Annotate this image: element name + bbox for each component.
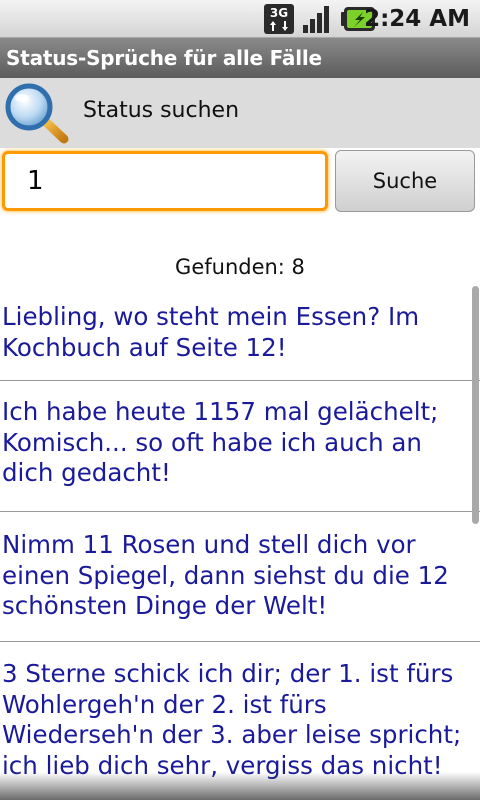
3g-data-icon: 3G xyxy=(264,4,294,34)
magnifier-icon xyxy=(5,83,69,144)
signal-strength-icon xyxy=(303,6,329,33)
search-header-label: Status suchen xyxy=(83,98,240,123)
clock-time: 2:24 AM xyxy=(364,6,470,32)
results-list[interactable]: Liebling, wo steht mein Essen? Im Kochbu… xyxy=(0,290,480,800)
list-item[interactable]: Nimm 11 Rosen und stell dich vor einen S… xyxy=(0,512,480,642)
search-header: Status suchen xyxy=(0,78,480,148)
list-item[interactable]: Liebling, wo steht mein Essen? Im Kochbu… xyxy=(0,290,480,381)
app-title: Status-Sprüche für alle Fälle xyxy=(6,46,322,70)
results-count: Gefunden: 8 xyxy=(175,255,305,279)
svg-text:3G: 3G xyxy=(270,6,288,20)
list-item[interactable]: Ich habe heute 1157 mal gelächelt; Komis… xyxy=(0,381,480,512)
search-input[interactable] xyxy=(2,151,328,211)
scrollbar[interactable] xyxy=(472,286,479,524)
search-button[interactable]: Suche xyxy=(335,150,475,212)
app-title-bar: Status-Sprüche für alle Fälle xyxy=(0,38,480,78)
status-bar: 3G 2:24 AM xyxy=(0,0,480,38)
list-fade-edge xyxy=(0,772,480,800)
